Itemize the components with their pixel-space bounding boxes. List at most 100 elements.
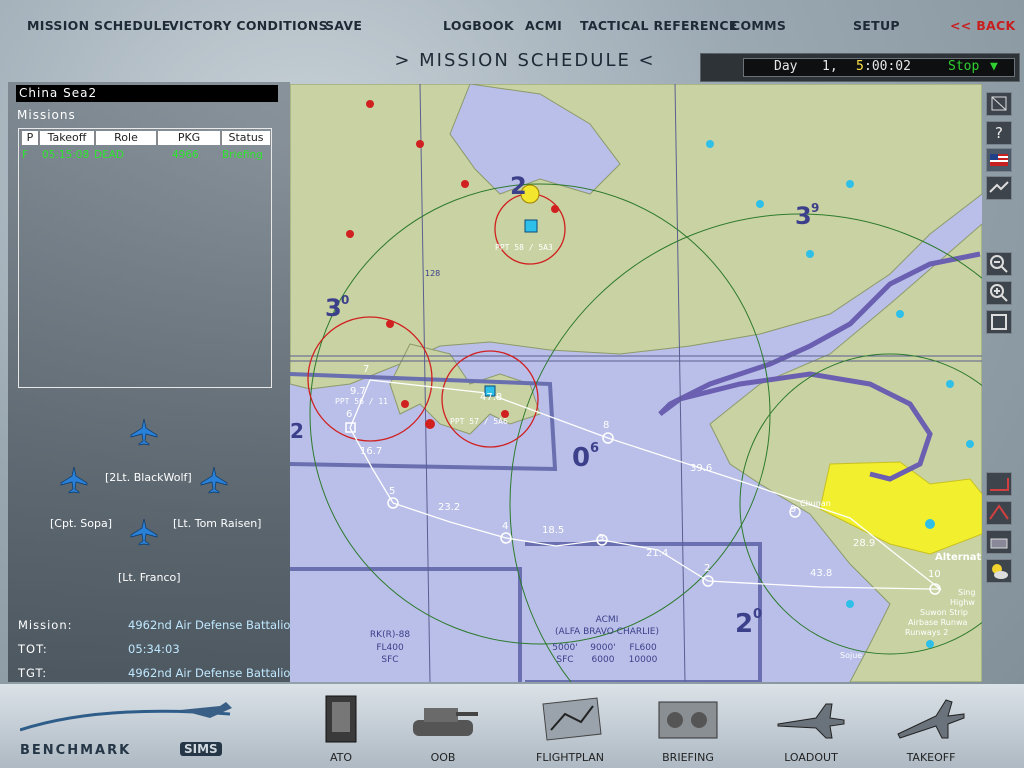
col-takeoff[interactable]: Takeoff: [39, 131, 94, 145]
tab-flightplan[interactable]: FLIGHTPLAN: [515, 690, 625, 764]
leg-distance: 23.2: [438, 502, 460, 513]
chevron-down-icon[interactable]: ▼: [990, 59, 998, 74]
element-wing-jet-icon[interactable]: [130, 518, 158, 546]
place-label: Airbase Runwa: [908, 618, 967, 627]
sector-label: 3: [795, 202, 812, 230]
sector-label: 2: [290, 419, 304, 443]
ppt-label: PPT 57 / 5A6: [450, 417, 508, 426]
steerpoint-number: 10: [928, 569, 941, 580]
ato-binder-icon: [325, 695, 357, 743]
tot-value: 05:34:03: [128, 642, 180, 656]
day-label: Day: [774, 59, 798, 74]
tgt-value: 4962nd Air Defense Battalion: [128, 666, 298, 680]
place-label: Alternat: [935, 552, 982, 563]
row-status: Briefing: [222, 149, 263, 161]
acmi-value: SFC: [556, 655, 573, 665]
tactical-map[interactable]: 2 3 0 3 9 0 6 2 0 2 7 6 5 4 3 2 8 9 10 9…: [290, 84, 982, 682]
tgt-label: TGT:: [18, 666, 48, 680]
day-value: 1,: [822, 59, 838, 74]
tab-ato[interactable]: ATO: [286, 690, 396, 764]
pilot-name: [Lt. Franco]: [118, 571, 181, 584]
mission-label: Mission:: [18, 618, 73, 632]
fit-icon[interactable]: [986, 310, 1012, 334]
restricted-zone: [290, 567, 522, 682]
window-icon[interactable]: [986, 92, 1012, 116]
back-button[interactable]: << BACK: [950, 18, 1015, 33]
time-control-bar: Day 1, 5 :00:02 Stop ▼: [700, 53, 1020, 82]
leg-distance: 47.8: [480, 392, 502, 403]
rk-title: RK(R)-88: [370, 630, 410, 640]
layer3-icon[interactable]: [986, 530, 1012, 554]
col-p[interactable]: P: [21, 131, 38, 145]
sector-label: 2: [735, 609, 753, 639]
logo-sims: SIMS: [180, 742, 222, 756]
sector-label: 2: [510, 172, 527, 200]
nav-save[interactable]: SAVE: [325, 18, 362, 33]
tab-takeoff[interactable]: TAKEOFF: [876, 690, 986, 764]
zoom-in-icon[interactable]: [986, 281, 1012, 305]
acmi-zone-labels: ACMI (ALFA BRAVO CHARLIE) 5000' 9000' FL…: [370, 615, 659, 665]
acmi-value: 5000': [552, 643, 577, 653]
tab-label: ATO: [329, 751, 353, 764]
waypoint-icon[interactable]: [986, 176, 1012, 200]
layer2-icon[interactable]: [986, 501, 1012, 525]
place-label: Suwon Strip: [920, 608, 968, 617]
rk-value: SFC: [381, 655, 398, 665]
nav-setup[interactable]: SETUP: [853, 18, 900, 33]
tab-loadout[interactable]: LOADOUT: [756, 690, 866, 764]
col-pkg[interactable]: PKG: [157, 131, 220, 145]
sector-sup: 6: [590, 441, 599, 456]
flag-icon[interactable]: [986, 148, 1012, 172]
nav-logbook[interactable]: LOGBOOK: [443, 18, 514, 33]
help-icon[interactable]: ?: [986, 121, 1012, 145]
pilot-name: [Lt. Tom Raisen]: [173, 517, 262, 530]
flightplan-map-icon: [542, 697, 602, 741]
nav-tactical-reference[interactable]: TACTICAL REFERENCE: [580, 18, 738, 33]
leg-distance: 28.9: [853, 538, 875, 549]
zoom-out-icon[interactable]: [986, 252, 1012, 276]
row-takeoff: 05:15:08: [42, 149, 90, 161]
ppt-label: PPT 58 / 5A3: [495, 243, 553, 252]
tab-label: OOB: [430, 751, 456, 764]
row-p: F: [22, 149, 29, 161]
tot-label: TOT:: [18, 642, 48, 656]
steerpoint-number: 4: [502, 521, 508, 532]
page-title: > MISSION SCHEDULE <: [394, 50, 656, 71]
weather-icon[interactable]: [986, 559, 1012, 583]
sector-sup: 9: [811, 201, 819, 215]
steerpoint-number: 9: [790, 504, 796, 515]
time-mode-select[interactable]: Stop: [948, 59, 979, 74]
col-status[interactable]: Status: [221, 131, 270, 145]
nav-victory-conditions[interactable]: VICTORY CONDITIONS: [169, 18, 328, 33]
airway-label: 128: [425, 269, 440, 278]
steerpoint-number: 5: [389, 486, 395, 497]
nav-acmi[interactable]: ACMI: [525, 18, 562, 33]
tab-briefing[interactable]: BRIEFING: [633, 690, 743, 764]
col-role[interactable]: Role: [95, 131, 156, 145]
element-lead-jet-icon[interactable]: [200, 466, 228, 494]
acmi-subtitle: (ALFA BRAVO CHARLIE): [555, 627, 659, 637]
tab-oob[interactable]: OOB: [388, 690, 498, 764]
flight-lead-jet-icon[interactable]: [130, 418, 158, 446]
leg-distance: 43.8: [810, 568, 832, 579]
acmi-value: 6000: [592, 655, 615, 665]
wingman-jet-icon[interactable]: [60, 466, 88, 494]
map-canvas[interactable]: 2 3 0 3 9 0 6 2 0 2 7 6 5 4 3 2 8 9 10 9…: [290, 84, 982, 682]
tank-icon: [413, 708, 478, 736]
nav-mission-schedule[interactable]: MISSION SCHEDULE: [27, 18, 171, 33]
sector-sup: 0: [753, 607, 762, 622]
pilot-name: [Cpt. Sopa]: [50, 517, 112, 530]
mission-table: P Takeoff Role PKG Status F 05:15:08 DEA…: [18, 128, 272, 388]
row-pkg: 4966: [172, 149, 199, 161]
missions-label: Missions: [17, 108, 76, 122]
nav-comms[interactable]: COMMS: [731, 18, 786, 33]
clock-hour: 5: [856, 59, 864, 74]
steerpoint-number: 7: [363, 364, 369, 375]
logo-text: BENCHMARK: [20, 743, 132, 758]
acmi-value: 10000: [629, 655, 658, 665]
steerpoint-number: 3: [598, 533, 604, 544]
layer1-icon[interactable]: [986, 472, 1012, 496]
sector-label: 0: [572, 443, 590, 473]
leg-distance: 21.4: [646, 548, 668, 559]
top-navigation: MISSION SCHEDULE VICTORY CONDITIONS SAVE…: [0, 0, 1024, 50]
